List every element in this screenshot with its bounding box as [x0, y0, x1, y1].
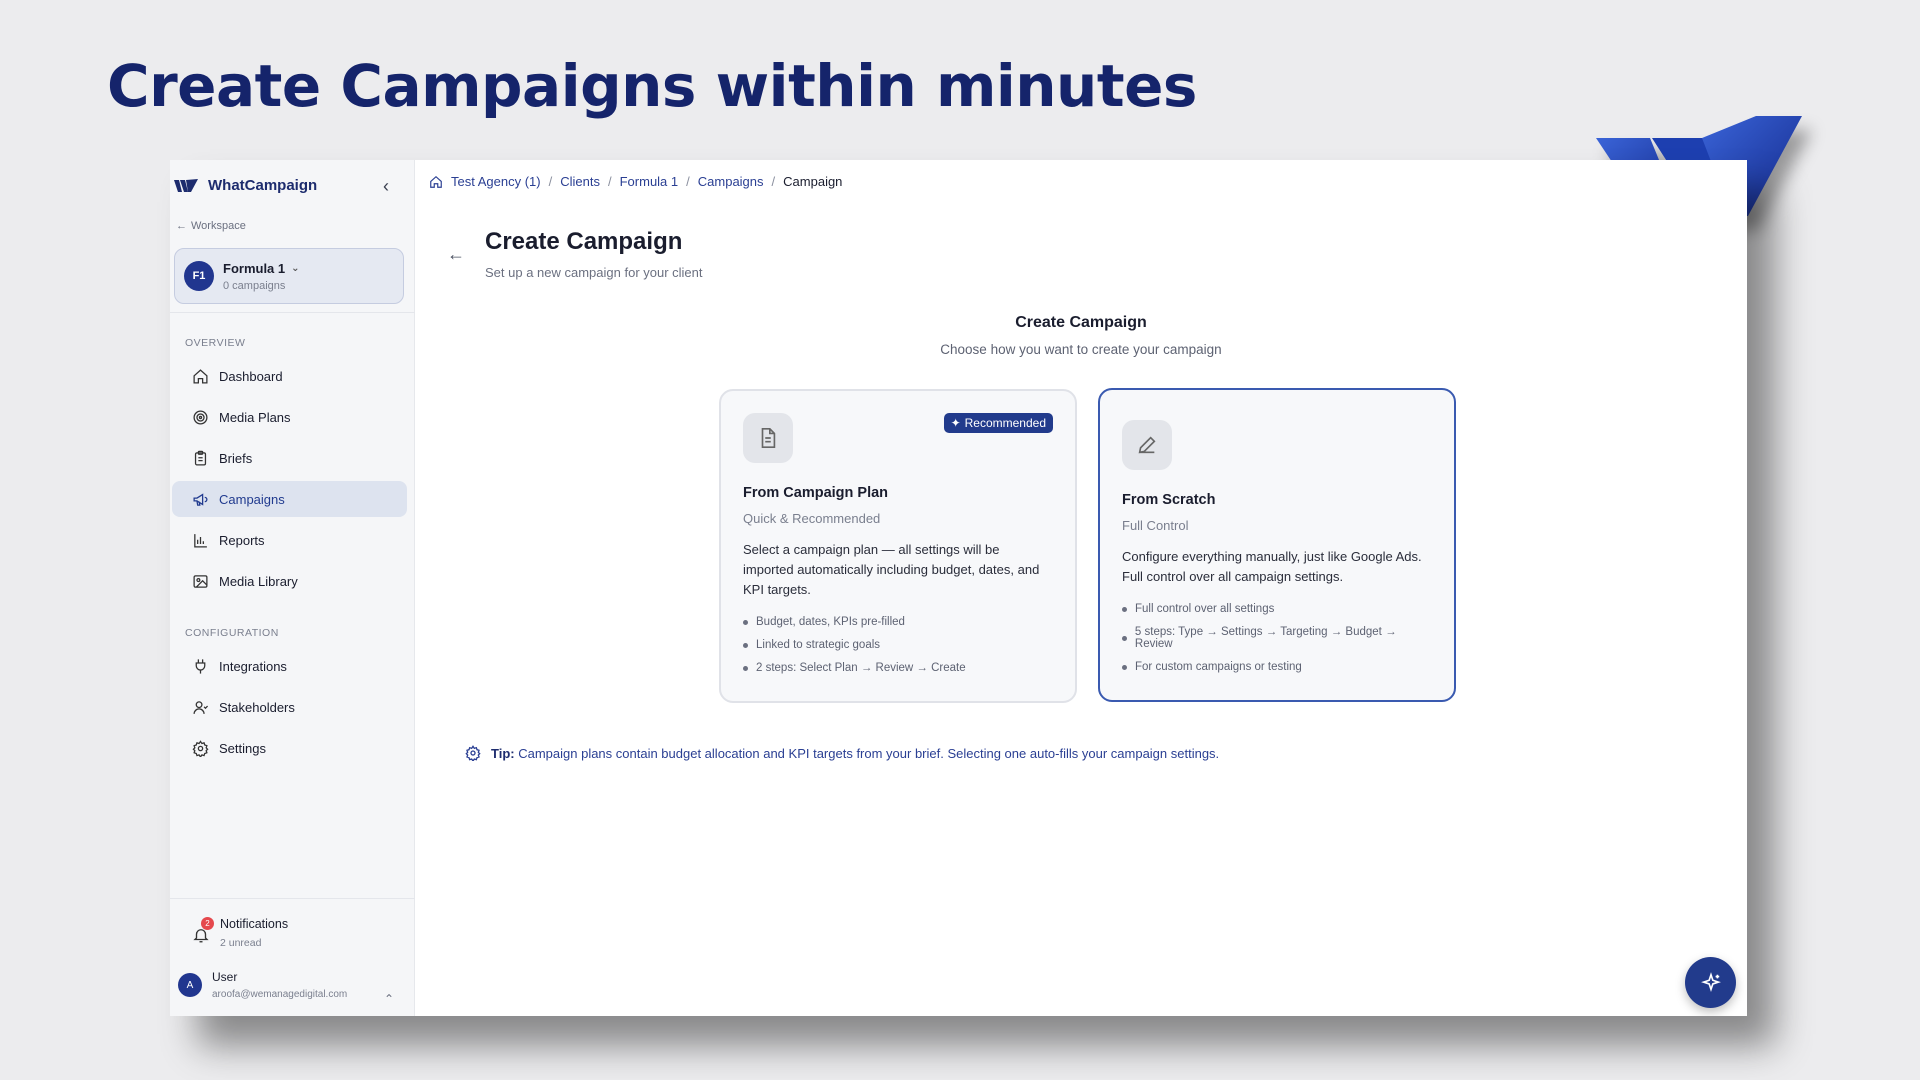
- notifications-unread: 2 unread: [220, 937, 262, 949]
- megaphone-icon: [193, 492, 208, 506]
- sidebar-divider: [170, 312, 415, 313]
- breadcrumb-separator: /: [607, 174, 612, 189]
- section-subtitle: Choose how you want to create your campa…: [940, 342, 1222, 357]
- breadcrumb-clients[interactable]: Clients: [560, 174, 600, 189]
- card-description: Configure everything manually, just like…: [1122, 549, 1422, 584]
- breadcrumb-separator: /: [548, 174, 553, 189]
- ai-assistant-button[interactable]: [1685, 957, 1736, 1008]
- section-configuration-label: CONFIGURATION: [185, 627, 279, 639]
- sidebar-item-label: Stakeholders: [219, 699, 295, 715]
- breadcrumb-separator: /: [771, 174, 776, 189]
- sparkle-icon: [1700, 971, 1721, 992]
- clipboard-icon: [194, 450, 207, 466]
- brand-name: WhatCampaign: [208, 177, 318, 194]
- sidebar-item-label: Integrations: [219, 658, 287, 674]
- list-item: Linked to strategic goals: [743, 639, 1053, 651]
- recommended-badge: ✦ Recommended: [943, 413, 1053, 433]
- list-item: Budget, dates, KPIs pre-filled: [743, 616, 1053, 628]
- sidebar-item-label: Settings: [219, 740, 266, 756]
- chevron-up-icon[interactable]: ⌃: [384, 992, 394, 1006]
- sidebar-item-label: Reports: [219, 532, 265, 548]
- user-name: User: [212, 970, 238, 984]
- list-item: 5 steps: Type → Settings → Targeting → B…: [1122, 626, 1432, 650]
- sidebar-item-briefs[interactable]: Briefs: [172, 440, 407, 476]
- sidebar-item-label: Media Plans: [219, 409, 291, 425]
- card-subtitle: Full Control: [1122, 518, 1189, 533]
- card-title: From Scratch: [1122, 492, 1216, 508]
- avatar: A: [178, 973, 202, 997]
- page-subtitle: Set up a new campaign for your client: [485, 265, 703, 280]
- tip-text: Campaign plans contain budget allocation…: [518, 745, 1220, 761]
- tip-banner: Tip: Campaign plans contain budget alloc…: [465, 745, 1219, 761]
- list-item: 2 steps: Select Plan → Review → Create: [743, 662, 1053, 674]
- list-item: For custom campaigns or testing: [1122, 661, 1432, 673]
- breadcrumb-campaigns[interactable]: Campaigns: [698, 174, 764, 189]
- sidebar-item-label: Dashboard: [219, 368, 283, 384]
- plug-icon: [195, 658, 206, 674]
- main-content: Test Agency (1) / Clients / Formula 1 / …: [415, 160, 1747, 1016]
- document-icon: [743, 413, 793, 463]
- sidebar-item-label: Campaigns: [219, 491, 285, 507]
- notifications-button[interactable]: 2 Notifications 2 unread: [192, 917, 288, 949]
- card-subtitle: Quick & Recommended: [743, 511, 881, 526]
- headline: Create Campaigns within minutes: [107, 52, 1197, 120]
- notifications-label: Notifications: [220, 917, 289, 931]
- breadcrumb-agency[interactable]: Test Agency (1): [451, 174, 541, 189]
- tip-label: Tip:: [491, 745, 515, 761]
- client-name: Formula 1: [223, 260, 286, 276]
- user-icon: [193, 700, 209, 714]
- bar-chart-icon: [194, 533, 207, 548]
- back-button[interactable]: ←: [447, 244, 465, 265]
- page-title: Create Campaign: [485, 228, 683, 255]
- sidebar-item-reports[interactable]: Reports: [172, 522, 407, 558]
- breadcrumb-client[interactable]: Formula 1: [620, 174, 679, 189]
- sidebar-item-dashboard[interactable]: Dashboard: [172, 358, 407, 394]
- list-item: Full control over all settings: [1122, 603, 1432, 615]
- card-description: Select a campaign plan — all settings wi…: [743, 542, 1040, 597]
- gear-icon: [465, 745, 481, 761]
- sidebar-item-campaigns[interactable]: Campaigns: [172, 481, 407, 517]
- sidebar-item-label: Media Library: [219, 573, 298, 589]
- option-card-from-plan[interactable]: ✦ Recommended From Campaign Plan Quick &…: [719, 389, 1077, 703]
- arrow-left-icon: ←: [176, 220, 187, 232]
- option-card-from-scratch[interactable]: From Scratch Full Control Configure ever…: [1098, 388, 1456, 702]
- target-icon: [193, 409, 208, 425]
- image-icon: [193, 574, 208, 588]
- section-title: Create Campaign: [1015, 314, 1147, 331]
- whatcampaign-logo-icon: [174, 178, 198, 192]
- sidebar-item-stakeholders[interactable]: Stakeholders: [172, 689, 407, 725]
- breadcrumb-current: Campaign: [783, 174, 843, 189]
- user-menu[interactable]: A User aroofa@wemanagedigital.com: [178, 970, 347, 1000]
- sidebar-item-settings[interactable]: Settings: [172, 730, 407, 766]
- section-overview-label: OVERVIEW: [185, 337, 246, 349]
- breadcrumb: Test Agency (1) / Clients / Formula 1 / …: [429, 174, 842, 189]
- sidebar-item-media-plans[interactable]: Media Plans: [172, 399, 407, 435]
- back-to-workspace-link[interactable]: ← Workspace: [176, 220, 246, 232]
- gear-icon: [192, 739, 209, 757]
- sidebar-item-label: Briefs: [219, 450, 253, 466]
- sidebar-item-media-library[interactable]: Media Library: [172, 563, 407, 599]
- feature-list: Budget, dates, KPIs pre-filled Linked to…: [743, 616, 1053, 674]
- user-email: aroofa@wemanagedigital.com: [212, 989, 348, 1000]
- breadcrumb-separator: /: [686, 174, 690, 189]
- pencil-icon: [1122, 420, 1172, 470]
- recommended-label: Recommended: [964, 416, 1046, 430]
- sparkle-icon: ✦: [950, 416, 961, 430]
- sidebar-divider-bottom: [170, 898, 415, 899]
- home-icon: [430, 175, 442, 188]
- client-campaign-count: 0 campaigns: [223, 279, 286, 292]
- home-icon: [193, 368, 208, 384]
- notification-count-badge: 2: [201, 917, 214, 930]
- card-title: From Campaign Plan: [743, 485, 889, 501]
- sidebar-brand[interactable]: WhatCampaign: [174, 177, 317, 194]
- client-avatar: F1: [184, 261, 214, 291]
- client-switcher[interactable]: F1 Formula 1 ⌄ 0 campaigns: [174, 248, 404, 304]
- collapse-sidebar-icon[interactable]: ‹: [383, 176, 389, 197]
- chevron-down-icon: ⌄: [291, 262, 300, 274]
- sidebar: WhatCampaign ‹ ← Workspace F1 Formula 1 …: [170, 160, 415, 1016]
- back-label: Workspace: [191, 220, 246, 232]
- feature-list: Full control over all settings 5 steps: …: [1122, 603, 1432, 673]
- app-window: WhatCampaign ‹ ← Workspace F1 Formula 1 …: [170, 160, 1747, 1016]
- sidebar-item-integrations[interactable]: Integrations: [172, 648, 407, 684]
